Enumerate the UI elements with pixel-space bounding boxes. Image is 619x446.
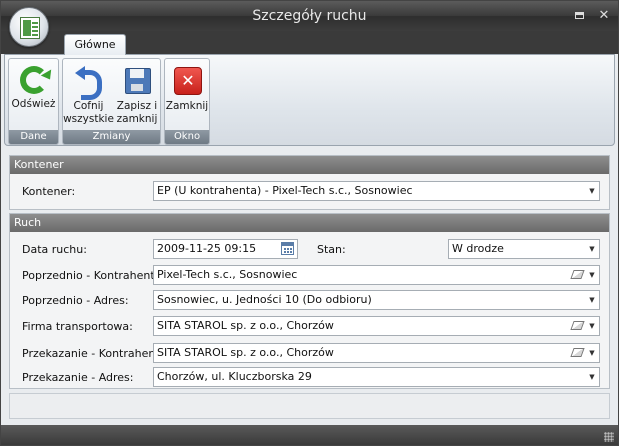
close-button[interactable]: Zamknij (165, 61, 209, 113)
prev-kontrahent-label: Poprzednio - Kontrahent: (22, 269, 159, 282)
eraser-icon[interactable] (570, 321, 585, 330)
status-bar (1, 425, 618, 445)
chevron-down-icon[interactable]: ▼ (585, 291, 599, 309)
close-button-label: Zamknij (165, 100, 209, 112)
ruch-section: Ruch Data ruchu: 2009-11-25 09:15 Stan: … (9, 213, 610, 389)
przek-adres-dropdown[interactable]: Chorzów, ul. Kluczborska 29 ▼ (153, 367, 600, 387)
przek-kontrahent-value: SITA STAROL sp. z o.o., Chorzów (157, 346, 334, 359)
prev-kontrahent-dropdown[interactable]: Pixel-Tech s.c., Sosnowiec ▼ (153, 265, 600, 285)
ribbon-group-label: Okno (165, 130, 209, 144)
ribbon: Odśwież Dane Cofnij wszystkie Zapisz i z… (4, 54, 615, 146)
kontener-dropdown[interactable]: EP (U kontrahenta) - Pixel-Tech s.c., So… (153, 181, 600, 201)
app-document-icon (20, 17, 40, 39)
tab-glowne[interactable]: Główne (64, 34, 126, 55)
ribbon-group-label: Dane (9, 130, 58, 144)
stan-dropdown[interactable]: W drodze ▼ (448, 239, 600, 259)
chevron-down-icon[interactable]: ▼ (585, 344, 599, 362)
undo-icon (73, 64, 105, 100)
data-ruchu-value: 2009-11-25 09:15 (157, 242, 257, 255)
chevron-down-icon[interactable]: ▼ (585, 266, 599, 284)
przek-kontrahent-dropdown[interactable]: SITA STAROL sp. z o.o., Chorzów ▼ (153, 343, 600, 363)
chevron-down-icon[interactable]: ▼ (585, 182, 599, 200)
save-icon (121, 64, 153, 96)
save-and-close-button-label: Zapisz i zamknij (116, 100, 158, 125)
resize-grip[interactable] (604, 432, 614, 442)
refresh-icon (19, 66, 48, 94)
prev-adres-value: Sosnowiec, u. Jedności 10 (Do odbioru) (157, 293, 372, 306)
firma-transportowa-dropdown[interactable]: SITA STAROL sp. z o.o., Chorzów ▼ (153, 316, 600, 336)
chevron-down-icon[interactable]: ▼ (585, 317, 599, 335)
ribbon-group-zmiany: Cofnij wszystkie Zapisz i zamknij Zmiany (62, 58, 161, 145)
restore-icon (574, 12, 584, 19)
close-red-icon (171, 64, 203, 96)
ribbon-group-dane: Odśwież Dane (8, 58, 59, 145)
eraser-icon[interactable] (570, 348, 585, 357)
stan-value: W drodze (452, 242, 504, 255)
stan-label: Stan: (317, 243, 346, 256)
save-and-close-button[interactable]: Zapisz i zamknij (114, 61, 160, 126)
undo-all-button-label: Cofnij wszystkie (63, 100, 114, 125)
close-window-button[interactable]: ✕ (596, 8, 612, 24)
kontener-section: Kontener Kontener: EP (U kontrahenta) - … (9, 155, 610, 210)
prev-adres-dropdown[interactable]: Sosnowiec, u. Jedności 10 (Do odbioru) ▼ (153, 290, 600, 310)
kontener-value: EP (U kontrahenta) - Pixel-Tech s.c., So… (157, 184, 413, 197)
przek-kontrahent-label: Przekazanie - Kontrahent: (22, 347, 164, 360)
firma-transportowa-value: SITA STAROL sp. z o.o., Chorzów (157, 319, 334, 332)
calendar-icon[interactable] (281, 242, 294, 255)
chevron-down-icon[interactable]: ▼ (585, 368, 599, 386)
prev-adres-label: Poprzednio - Adres: (22, 294, 129, 307)
eraser-icon[interactable] (570, 270, 585, 279)
data-ruchu-date-picker[interactable]: 2009-11-25 09:15 (153, 239, 298, 259)
title-bar[interactable]: Szczegóły ruchu ✕ (1, 1, 618, 31)
ribbon-group-label: Zmiany (63, 130, 160, 144)
bottom-panel (9, 393, 610, 419)
kontener-label: Kontener: (22, 185, 76, 198)
ruch-section-header: Ruch (10, 214, 609, 232)
details-window: Szczegóły ruchu ✕ Główne Odśwież Dane Co… (0, 0, 619, 446)
przek-adres-label: Przekazanie - Adres: (22, 371, 134, 384)
chevron-down-icon[interactable]: ▼ (585, 240, 599, 258)
ribbon-group-okno: Zamknij Okno (164, 58, 210, 145)
application-menu-button[interactable] (9, 7, 49, 47)
refresh-button-label: Odśwież (11, 98, 56, 110)
window-title: Szczegóły ruchu (252, 8, 367, 24)
undo-all-button[interactable]: Cofnij wszystkie (63, 61, 114, 126)
refresh-button[interactable]: Odśwież (9, 61, 58, 111)
data-ruchu-label: Data ruchu: (22, 243, 87, 256)
restore-button[interactable] (571, 8, 587, 24)
przek-adres-value: Chorzów, ul. Kluczborska 29 (157, 370, 312, 383)
prev-kontrahent-value: Pixel-Tech s.c., Sosnowiec (157, 268, 298, 281)
kontener-section-header: Kontener (10, 156, 609, 174)
firma-transportowa-label: Firma transportowa: (22, 320, 133, 333)
